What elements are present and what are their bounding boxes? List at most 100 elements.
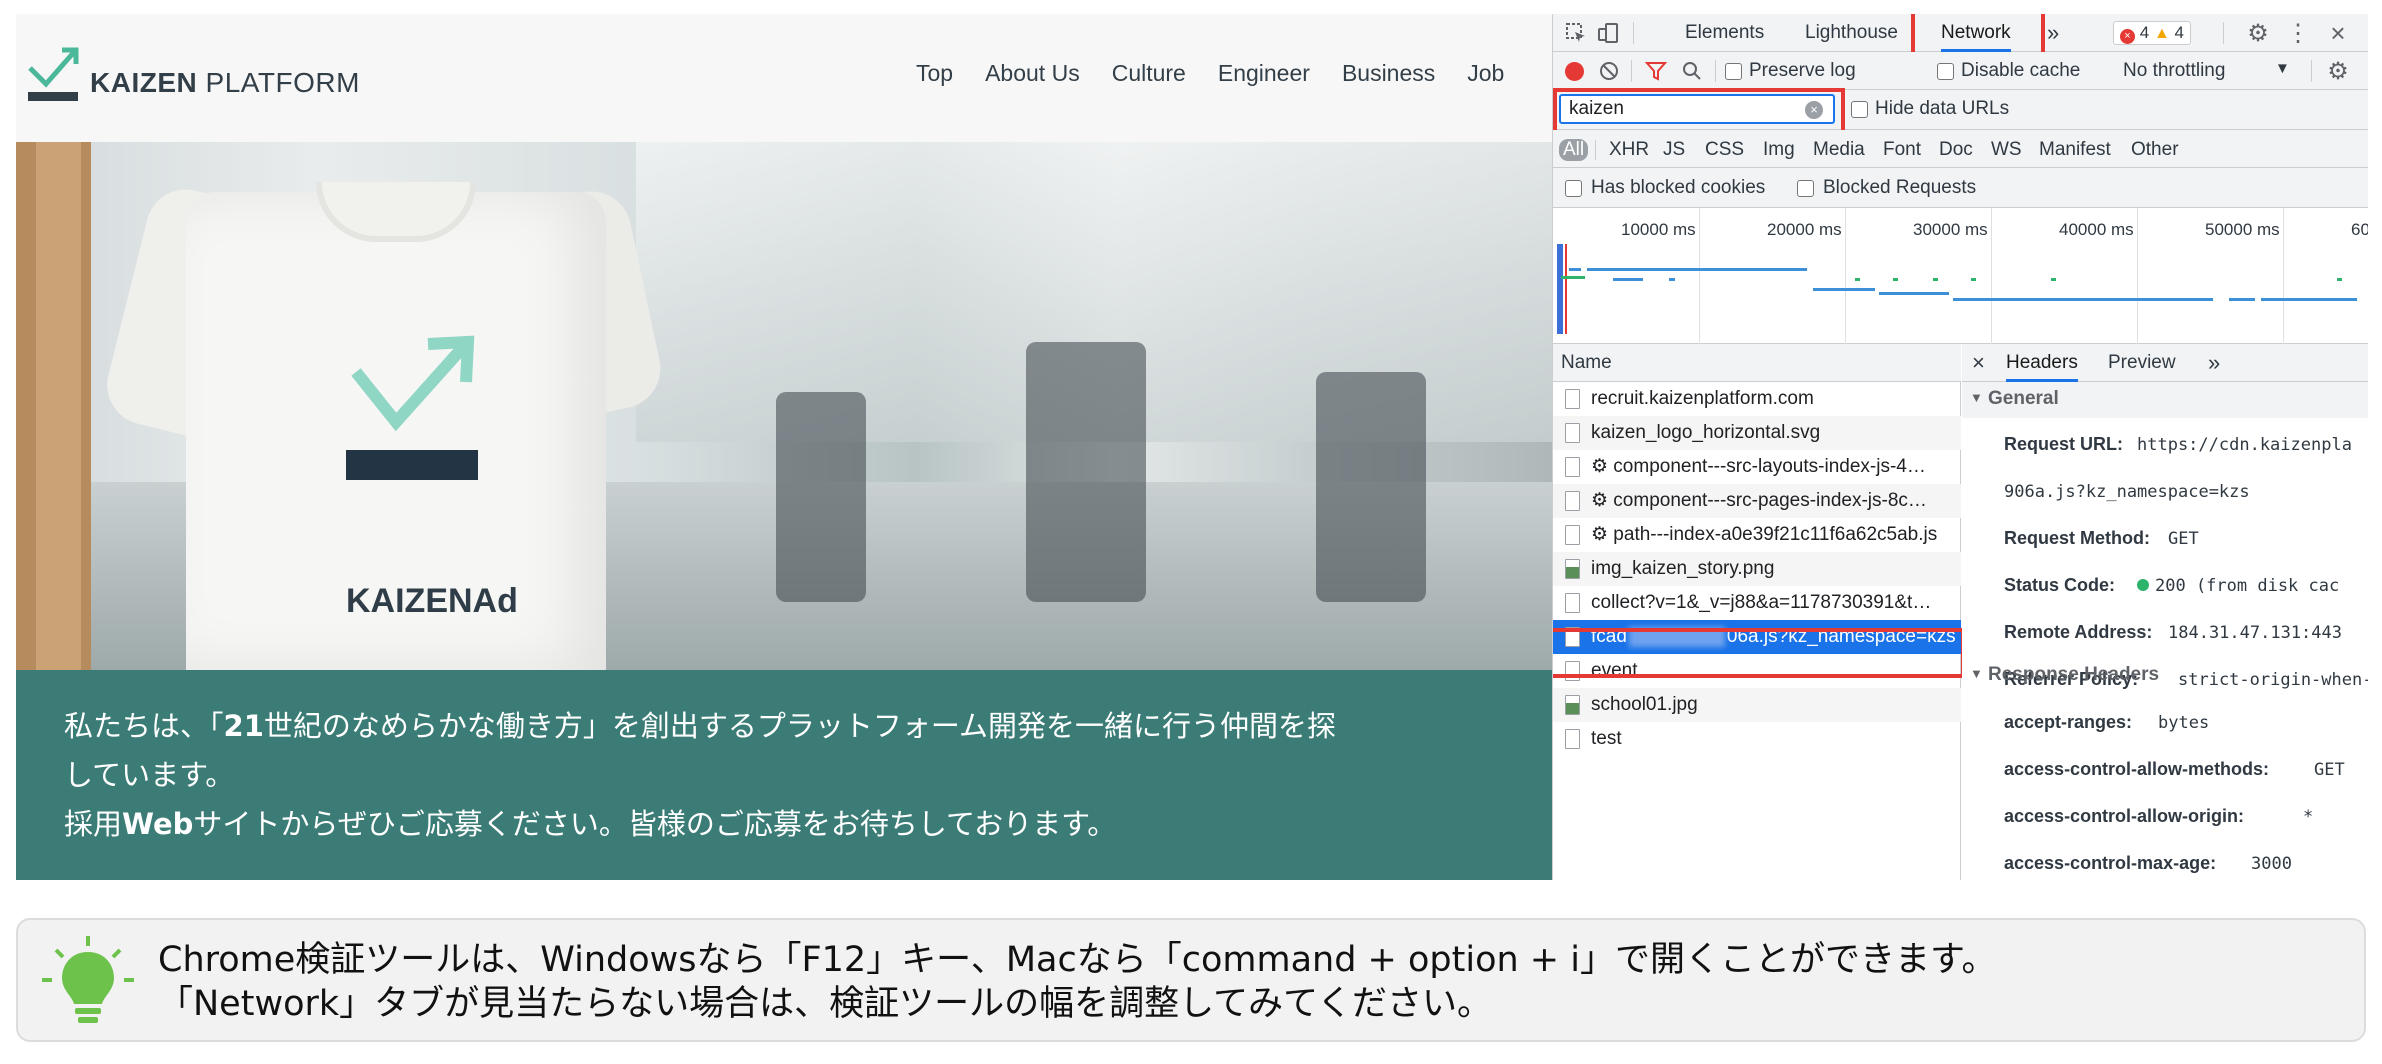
header-key: accept-ranges: <box>2004 712 2133 732</box>
timeline-tick: 60 <box>2351 220 2368 239</box>
expand-triangle-icon[interactable]: ▼ <box>1970 666 1983 681</box>
clear-icon[interactable] <box>1595 57 1623 85</box>
disable-cache-label: Disable cache <box>1961 60 2081 81</box>
request-details: × Headers Preview » ▼ General Request UR… <box>1962 344 2368 880</box>
grid-line <box>1699 208 1700 344</box>
request-row[interactable]: recruit.kaizenplatform.com <box>1553 382 1961 416</box>
clear-filter-icon[interactable]: × <box>1805 101 1823 119</box>
document-file-icon <box>1565 661 1580 681</box>
close-details-icon[interactable]: × <box>1972 344 1985 382</box>
waterfall-dot <box>1561 276 1585 279</box>
request-row[interactable]: ⚙ component---src-layouts-index-js-4… <box>1553 450 1961 484</box>
type-filter-manifest[interactable]: Manifest <box>2039 139 2111 161</box>
inspect-element-icon[interactable] <box>1561 18 1591 48</box>
chevron-down-icon[interactable]: ▼ <box>2275 60 2290 77</box>
type-filter-all[interactable]: All <box>1559 139 1589 161</box>
waterfall-bar <box>1813 288 1875 291</box>
disable-cache-checkbox[interactable] <box>1937 63 1954 80</box>
more-tabs-icon[interactable]: » <box>2047 14 2059 52</box>
filter-icon[interactable] <box>1641 57 1671 85</box>
tab-elements[interactable]: Elements <box>1685 14 1764 52</box>
website-viewport: KAIZEN PLATFORM Top About Us Culture Eng… <box>16 14 1552 880</box>
more-detail-tabs-icon[interactable]: » <box>2208 344 2220 382</box>
tab-headers[interactable]: Headers <box>2006 344 2078 382</box>
hero-image: KAIZENAd <box>16 142 1552 670</box>
request-name: collect?v=1&_v=j88&a=1178730391&t… <box>1591 592 1932 613</box>
nav-culture[interactable]: Culture <box>1112 60 1186 100</box>
request-row[interactable]: ⚙ path---index-a0e39f21c11f6a62c5ab.js <box>1553 518 1961 552</box>
request-name: recruit.kaizenplatform.com <box>1591 388 1814 409</box>
request-row[interactable]: img_kaizen_story.png <box>1553 552 1961 586</box>
hide-data-urls-checkbox[interactable] <box>1851 101 1868 118</box>
header-key: Remote Address: <box>2004 622 2153 642</box>
tab-lighthouse[interactable]: Lighthouse <box>1805 14 1898 52</box>
device-toolbar-icon[interactable] <box>1593 18 1623 48</box>
request-row[interactable]: kaizen_logo_horizontal.svg <box>1553 416 1961 450</box>
throttling-select[interactable]: No throttling <box>2123 60 2225 82</box>
issues-counter[interactable]: × 4 ▲ 4 <box>2113 21 2191 45</box>
request-row[interactable]: ⚙ component---src-pages-index-js-8c… <box>1553 484 1961 518</box>
site-logo[interactable]: KAIZEN PLATFORM <box>26 42 396 108</box>
network-settings-icon[interactable]: ⚙ <box>2323 56 2353 86</box>
request-row[interactable]: test <box>1553 722 1961 756</box>
detail-tabbar: × Headers Preview » <box>1962 344 2368 382</box>
nav-about-us[interactable]: About Us <box>985 60 1080 100</box>
settings-gear-icon[interactable]: ⚙ <box>2243 18 2273 48</box>
header-value[interactable]: GET <box>2168 529 2199 549</box>
header-value[interactable]: https://cdn.kaizenpla <box>2137 435 2352 455</box>
nav-engineer[interactable]: Engineer <box>1218 60 1310 100</box>
waterfall-bar <box>1953 298 2213 301</box>
request-row[interactable]: collect?v=1&_v=j88&a=1178730391&t… <box>1553 586 1961 620</box>
header-value[interactable]: bytes <box>2158 713 2209 733</box>
header-key: access-control-max-age: <box>2004 853 2217 873</box>
divider <box>1631 60 1632 82</box>
header-value[interactable]: GET <box>2314 760 2345 780</box>
type-filter-ws[interactable]: WS <box>1991 139 2022 161</box>
request-name: img_kaizen_story.png <box>1591 558 1775 579</box>
type-filter-doc[interactable]: Doc <box>1939 139 1973 161</box>
type-filter-font[interactable]: Font <box>1883 139 1921 161</box>
header-value[interactable]: * <box>2303 807 2313 827</box>
header-key: Request URL: <box>2004 434 2124 454</box>
grid-line <box>2137 208 2138 344</box>
response-headers-title[interactable]: Response Headers <box>1988 664 2159 686</box>
search-icon[interactable] <box>1677 57 1707 85</box>
header-value[interactable]: 200 (from disk cac <box>2137 576 2339 596</box>
name-column-header[interactable]: Name <box>1553 344 1961 382</box>
nav-business[interactable]: Business <box>1342 60 1435 100</box>
request-row[interactable]: fcad 06a.js?kz_namespace=kzs <box>1553 620 1961 654</box>
type-filter-img[interactable]: Img <box>1763 139 1795 161</box>
tshirt: KAIZENAd <box>98 152 668 670</box>
network-overview-timeline[interactable]: 10000 ms 20000 ms 30000 ms 40000 ms 5000… <box>1553 208 2368 344</box>
tab-network[interactable]: Network <box>1941 14 2011 52</box>
type-filter-other[interactable]: Other <box>2131 139 2179 161</box>
request-row[interactable]: school01.jpg <box>1553 688 1961 722</box>
tab-preview[interactable]: Preview <box>2108 344 2176 382</box>
preserve-log-checkbox[interactable] <box>1725 63 1742 80</box>
record-icon[interactable] <box>1565 62 1584 81</box>
type-filter-js[interactable]: JS <box>1663 139 1685 161</box>
timeline-tick: 30000 ms <box>1913 220 1988 239</box>
hero-shelf-inner <box>36 142 81 670</box>
type-filter-media[interactable]: Media <box>1813 139 1865 161</box>
type-filter-xhr[interactable]: XHR <box>1609 139 1649 161</box>
timeline-tick: 20000 ms <box>1767 220 1842 239</box>
header-value[interactable]: 184.31.47.131:443 <box>2168 623 2342 643</box>
nav-top[interactable]: Top <box>916 60 953 100</box>
more-options-icon[interactable]: ⋮ <box>2283 18 2313 48</box>
header-value[interactable]: 3000 <box>2251 854 2292 874</box>
expand-triangle-icon[interactable]: ▼ <box>1970 390 1983 405</box>
nav-job[interactable]: Job <box>1467 60 1504 100</box>
request-row[interactable]: event <box>1553 654 1961 688</box>
blocked-requests-checkbox[interactable] <box>1797 180 1814 197</box>
tshirt-logo-icon <box>346 335 478 480</box>
divider <box>1715 60 1716 82</box>
has-blocked-cookies-checkbox[interactable] <box>1565 180 1582 197</box>
error-icon: × <box>2120 29 2135 44</box>
filter-input[interactable] <box>1559 94 1835 124</box>
header-value[interactable]: strict-origin-when- <box>2178 670 2368 690</box>
header-value[interactable]: 906a.js?kz_namespace=kzs <box>2004 482 2250 502</box>
close-devtools-icon[interactable]: × <box>2323 18 2353 48</box>
waterfall-dot <box>1855 278 1860 281</box>
type-filter-css[interactable]: CSS <box>1705 139 1744 161</box>
